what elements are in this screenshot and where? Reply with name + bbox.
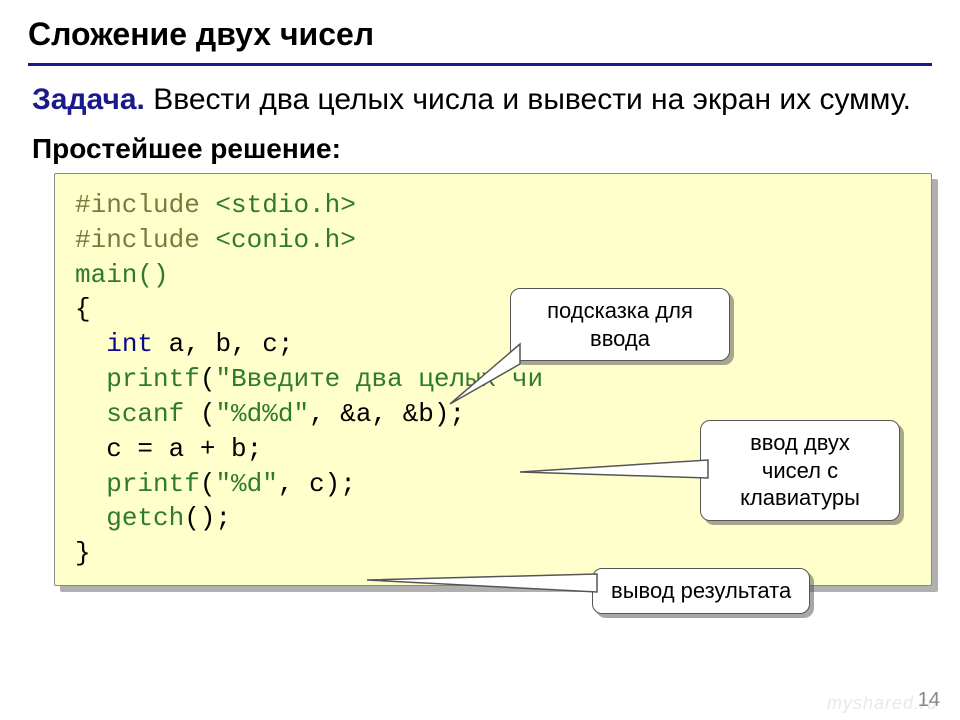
callout-output: вывод результата bbox=[592, 568, 810, 614]
speech-tail-icon bbox=[520, 460, 710, 490]
page-number: 14 bbox=[918, 689, 940, 712]
code-line-10-fn: getch bbox=[106, 503, 184, 533]
callout-hint-input-text: подсказка для ввода bbox=[510, 288, 730, 361]
code-line-9-fn: printf bbox=[106, 469, 200, 499]
code-line-11: } bbox=[75, 538, 91, 568]
task-text: Ввести два целых числа и вывести на экра… bbox=[145, 83, 911, 116]
task-statement: Задача. Ввести два целых числа и вывести… bbox=[28, 80, 932, 119]
code-line-2-inc: <conio.h> bbox=[200, 225, 356, 255]
code-line-10-rest: (); bbox=[184, 503, 231, 533]
code-line-7-str: "%d%d" bbox=[215, 399, 309, 429]
callout-hint-input: подсказка для ввода bbox=[510, 288, 730, 361]
task-label: Задача. bbox=[32, 83, 145, 116]
callout-input-kbd-text: ввод двух чисел с клавиатуры bbox=[700, 420, 900, 521]
speech-tail-icon bbox=[450, 344, 530, 414]
solution-label: Простейшее решение: bbox=[28, 133, 932, 165]
code-line-1-inc: <stdio.h> bbox=[200, 190, 356, 220]
callout-output-text: вывод результата bbox=[592, 568, 810, 614]
code-line-1-pre: #include bbox=[75, 190, 200, 220]
code-line-5-rest: a, b, c; bbox=[153, 329, 293, 359]
code-line-3: main() bbox=[75, 260, 169, 290]
code-line-7-fn: scanf bbox=[106, 399, 200, 429]
callout-input-kbd: ввод двух чисел с клавиатуры bbox=[700, 420, 900, 521]
code-line-8: c = a + b; bbox=[75, 434, 262, 464]
slide-title: Сложение двух чисел bbox=[28, 16, 932, 66]
code-line-5-kw: int bbox=[106, 329, 153, 359]
code-line-9-rest: , c); bbox=[278, 469, 356, 499]
code-line-6-fn: printf bbox=[106, 364, 200, 394]
code-line-4: { bbox=[75, 294, 91, 324]
code-line-9-str: "%d" bbox=[215, 469, 277, 499]
code-line-2-pre: #include bbox=[75, 225, 200, 255]
code-line-7-rest: , &a, &b); bbox=[309, 399, 465, 429]
speech-tail-icon bbox=[367, 572, 602, 596]
